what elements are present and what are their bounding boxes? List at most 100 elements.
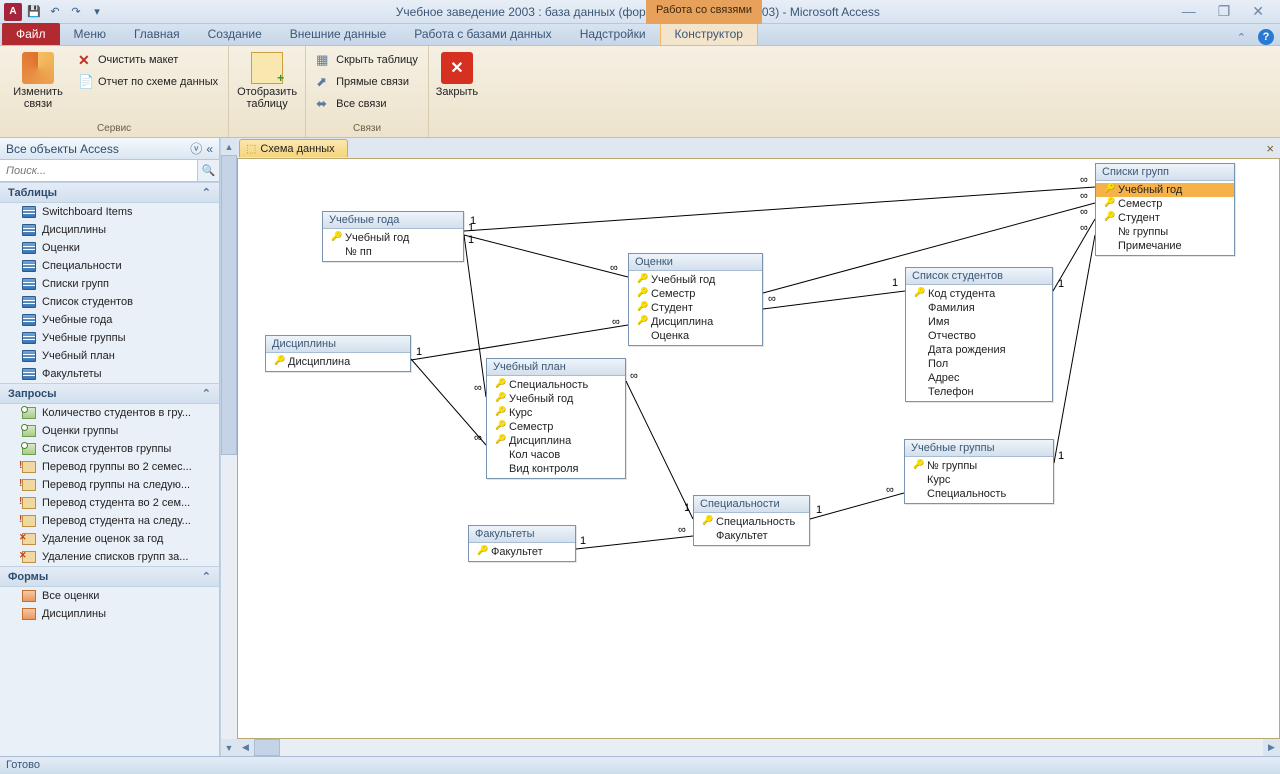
table-field[interactable]: Семестр (487, 420, 625, 434)
search-input[interactable] (0, 160, 197, 181)
minimize-button[interactable]: — (1182, 3, 1196, 20)
table-field[interactable]: Примечание (1096, 239, 1234, 253)
nav-item[interactable]: Перевод группы на следую... (0, 476, 219, 494)
table-field[interactable]: Пол (906, 357, 1052, 371)
tab-create[interactable]: Создание (194, 23, 276, 45)
table-field[interactable]: Факультет (694, 529, 809, 543)
nav-item[interactable]: Перевод группы во 2 семес... (0, 458, 219, 476)
table-title[interactable]: Дисциплины (266, 336, 410, 353)
all-links-button[interactable]: Все связи (312, 94, 422, 114)
table-field[interactable]: Дисциплина (266, 355, 410, 369)
help-icon[interactable]: ? (1258, 29, 1274, 45)
schema-report-button[interactable]: Отчет по схеме данных (74, 72, 222, 92)
nav-header[interactable]: Все объекты Access ⓥ « (0, 138, 219, 160)
direct-links-button[interactable]: Прямые связи (312, 72, 422, 92)
table-field[interactable]: Дисциплина (629, 315, 762, 329)
file-tab[interactable]: Файл (2, 23, 60, 45)
search-icon[interactable]: 🔍 (197, 160, 219, 181)
nav-item[interactable]: Учебный план (0, 347, 219, 365)
nav-item[interactable]: Список студентов (0, 293, 219, 311)
app-icon[interactable]: A (4, 3, 22, 21)
nav-item[interactable]: Switchboard Items (0, 203, 219, 221)
scroll-thumb[interactable] (221, 155, 237, 455)
close-button[interactable]: ✕ (1252, 3, 1264, 20)
table-title[interactable]: Оценки (629, 254, 762, 271)
table-title[interactable]: Учебные года (323, 212, 463, 229)
document-tab-schema[interactable]: Схема данных (239, 139, 348, 157)
scroll-track[interactable] (254, 739, 1263, 756)
scroll-up-icon[interactable]: ▲ (221, 138, 237, 155)
scroll-down-icon[interactable]: ▼ (221, 739, 237, 756)
table-field[interactable]: Студент (629, 301, 762, 315)
table-field[interactable]: Оценка (629, 329, 762, 343)
table-title[interactable]: Списки групп (1096, 164, 1234, 181)
table-field[interactable]: Имя (906, 315, 1052, 329)
table-field[interactable]: № группы (905, 459, 1053, 473)
h-scroll-thumb[interactable] (254, 739, 280, 756)
tab-external-data[interactable]: Внешние данные (276, 23, 401, 45)
close-relations-button[interactable]: ✕ Закрыть (435, 50, 479, 100)
nav-item[interactable]: Оценки (0, 239, 219, 257)
nav-header-dropdown-icon[interactable]: ⓥ (190, 140, 202, 157)
nav-item[interactable]: Дисциплины (0, 605, 219, 623)
table-field[interactable]: Учебный год (629, 273, 762, 287)
nav-group-header[interactable]: Формы⌃ (0, 566, 219, 587)
nav-item[interactable]: Оценки группы (0, 422, 219, 440)
nav-item[interactable]: Перевод студента на следу... (0, 512, 219, 530)
relation-table[interactable]: Учебный план СпециальностьУчебный годКурс… (486, 358, 626, 479)
nav-item[interactable]: Удаление оценок за год (0, 530, 219, 548)
nav-item[interactable]: Дисциплины (0, 221, 219, 239)
table-field[interactable]: № группы (1096, 225, 1234, 239)
table-field[interactable]: Учебный год (1096, 183, 1234, 197)
nav-item[interactable]: Перевод студента во 2 сем... (0, 494, 219, 512)
table-field[interactable]: Факультет (469, 545, 575, 559)
table-field[interactable]: Вид контроля (487, 462, 625, 476)
table-field[interactable]: Фамилия (906, 301, 1052, 315)
show-table-button[interactable]: Отобразить таблицу (235, 50, 299, 112)
table-field[interactable]: Кол часов (487, 448, 625, 462)
nav-item[interactable]: Удаление списков групп за... (0, 548, 219, 566)
table-field[interactable]: Отчество (906, 329, 1052, 343)
qat-dropdown-icon[interactable]: ▾ (88, 3, 106, 21)
table-field[interactable]: Специальность (487, 378, 625, 392)
table-field[interactable]: Курс (487, 406, 625, 420)
nav-scrollbar[interactable]: ▲ ▼ (220, 138, 237, 756)
relation-table[interactable]: Дисциплины Дисциплина (265, 335, 411, 372)
clear-layout-button[interactable]: Очистить макет (74, 50, 222, 70)
table-field[interactable]: Учебный год (487, 392, 625, 406)
tab-home[interactable]: Главная (120, 23, 194, 45)
nav-item[interactable]: Учебные группы (0, 329, 219, 347)
table-field[interactable]: Учебный год (323, 231, 463, 245)
table-field[interactable]: Специальность (694, 515, 809, 529)
tab-design[interactable]: Конструктор (660, 22, 758, 45)
table-field[interactable]: Дисциплина (487, 434, 625, 448)
table-title[interactable]: Специальности (694, 496, 809, 513)
table-title[interactable]: Учебный план (487, 359, 625, 376)
horizontal-scrollbar[interactable]: ◀ ▶ (237, 739, 1280, 756)
table-field[interactable]: Курс (905, 473, 1053, 487)
edit-relations-button[interactable]: Изменить связи (6, 50, 70, 112)
hide-table-button[interactable]: Скрыть таблицу (312, 50, 422, 70)
table-title[interactable]: Учебные группы (905, 440, 1053, 457)
scroll-right-icon[interactable]: ▶ (1263, 739, 1280, 756)
undo-icon[interactable]: ↶ (46, 3, 64, 21)
relation-table[interactable]: Учебные года Учебный год№ пп (322, 211, 464, 262)
nav-item[interactable]: Количество студентов в гру... (0, 404, 219, 422)
nav-item[interactable]: Списки групп (0, 275, 219, 293)
table-field[interactable]: Телефон (906, 385, 1052, 399)
table-field[interactable]: № пп (323, 245, 463, 259)
tab-menu[interactable]: Меню (60, 23, 120, 45)
save-icon[interactable]: 💾 (25, 3, 43, 21)
table-field[interactable]: Специальность (905, 487, 1053, 501)
nav-item[interactable]: Все оценки (0, 587, 219, 605)
table-field[interactable]: Адрес (906, 371, 1052, 385)
relation-table[interactable]: Список студентовКод студентаФамилияИмяОт… (905, 267, 1053, 402)
table-field[interactable]: Семестр (629, 287, 762, 301)
relation-table[interactable]: Специальности СпециальностьФакультет (693, 495, 810, 546)
restore-button[interactable]: ❐ (1218, 3, 1231, 20)
relation-table[interactable]: ФакультетыФакультет (468, 525, 576, 562)
scroll-left-icon[interactable]: ◀ (237, 739, 254, 756)
redo-icon[interactable]: ↷ (67, 3, 85, 21)
table-field[interactable]: Студент (1096, 211, 1234, 225)
relation-table[interactable]: Учебные группы № группыКурсСпециальность (904, 439, 1054, 504)
